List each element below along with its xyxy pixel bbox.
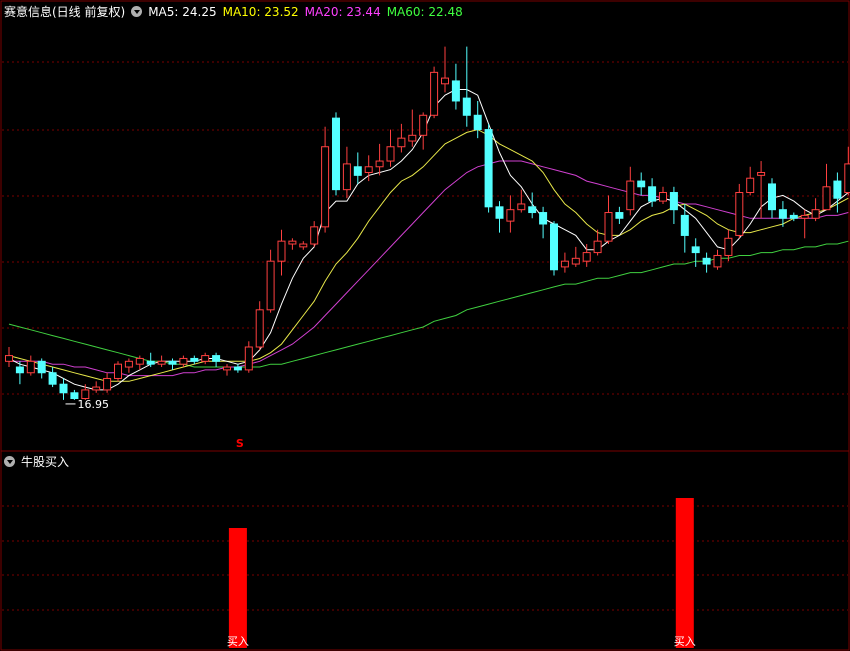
candle-body-up (604, 212, 613, 242)
candle-body-up (844, 163, 850, 194)
candle-body-down (539, 212, 548, 225)
candle-body-down (233, 366, 242, 371)
candle-body-up (441, 77, 449, 85)
main-chart-header: 赛意信息(日线 前复权) MA5: 24.25 MA10: 23.52 MA20: 2… (4, 3, 469, 20)
candle-body-down (550, 223, 558, 271)
candle-body-up (746, 177, 755, 194)
candle-body-down (59, 383, 68, 394)
candle-body-up (244, 346, 253, 371)
candle-body-up (92, 386, 101, 391)
candle-body-up (124, 360, 133, 368)
chart-canvas: 16.95 买入 买入 S (0, 0, 850, 651)
candle-body-down (789, 214, 798, 219)
candle-body-up (386, 146, 395, 162)
candle-body-down (778, 209, 787, 219)
indicator-header: 牛股买入 (4, 453, 75, 470)
candle-body-up (822, 186, 831, 211)
candle-body-up (397, 137, 406, 148)
candle-body-up (103, 377, 112, 391)
ma60-label: MA60: 22.48 (386, 5, 463, 19)
candle-body-up (266, 260, 275, 311)
signal-bar (675, 498, 694, 648)
candle-body-down (768, 183, 776, 211)
ma20-label: MA20: 23.44 (304, 5, 381, 19)
chevron-down-icon[interactable] (4, 456, 15, 467)
candle-body-down (484, 129, 493, 208)
candle-body-down (212, 355, 221, 362)
candle-body-up (299, 243, 308, 248)
candle-body-up (430, 71, 439, 116)
candle-body-up (277, 240, 286, 262)
candle-body-up (201, 355, 210, 362)
candle-body-up (114, 363, 122, 379)
candle-body-up (517, 203, 526, 211)
candle-body-down (637, 180, 646, 188)
candle-body-down (168, 360, 177, 365)
candle-body-up (288, 240, 297, 245)
candle-body-down (48, 372, 57, 385)
candle-body-up (135, 357, 144, 365)
ma5-label: MA5: 24.25 (148, 5, 217, 19)
candle-body-down (648, 186, 657, 202)
candle-body-up (408, 134, 417, 142)
candle-body-up (724, 237, 733, 256)
candle-body-up (713, 254, 722, 268)
candle-body-up (571, 257, 580, 265)
candle-body-up (157, 360, 166, 365)
candle-body-down (528, 206, 537, 214)
candle-body-down (353, 166, 362, 176)
ma5-line (8, 89, 849, 391)
candle-body-down (669, 192, 678, 211)
candle-body-down (691, 246, 700, 254)
candle-body-up (582, 252, 591, 262)
candle-body-up (659, 192, 667, 202)
candle-body-up (800, 214, 809, 219)
candle-body-up (364, 166, 373, 173)
candle-body-down (680, 214, 689, 236)
ma10-label: MA10: 23.52 (222, 5, 299, 19)
candle-body-down (451, 80, 460, 102)
candle-body-down (15, 366, 24, 374)
candle-body-up (735, 192, 744, 236)
candle-body-up (811, 209, 820, 219)
candle-body-up (593, 240, 602, 254)
min-price-label: 16.95 (78, 398, 110, 411)
candle-body-up (5, 355, 13, 362)
signal-label: 买入 (227, 635, 249, 648)
indicator-title: 牛股买入 (21, 455, 70, 469)
candle-body-down (473, 114, 482, 131)
ma60-line (8, 240, 849, 368)
candle-body-up (255, 309, 264, 348)
candle-body-down (37, 360, 46, 374)
ma20-line (9, 160, 849, 377)
ma10-line (8, 129, 849, 382)
candle-body-up (560, 260, 569, 268)
stock-title: 赛意信息(日线 前复权) (4, 5, 126, 19)
candle-body-down (833, 180, 842, 199)
candle-body-up (375, 160, 384, 168)
candle-body-down (615, 212, 624, 219)
signal-bar (228, 528, 247, 648)
candle-body-up (506, 209, 515, 222)
candle-body-up (321, 146, 330, 228)
candle-body-down (146, 360, 155, 365)
signal-marker: S (236, 437, 244, 450)
candle-body-up (342, 163, 351, 191)
chevron-down-icon[interactable] (131, 6, 143, 17)
candle-body-down (702, 257, 711, 265)
candle-body-up (419, 114, 428, 136)
candle-body-up (757, 171, 766, 176)
candle-body-down (462, 97, 471, 116)
signal-label: 买入 (674, 635, 696, 648)
candle-body-up (626, 180, 635, 211)
candle-body-up (223, 366, 231, 371)
candle-body-down (190, 357, 199, 362)
candle-body-down (332, 117, 340, 191)
candle-body-up (310, 226, 319, 245)
candle-body-up (179, 357, 188, 365)
candle-body-up (26, 360, 35, 374)
candle-body-down (495, 206, 504, 219)
